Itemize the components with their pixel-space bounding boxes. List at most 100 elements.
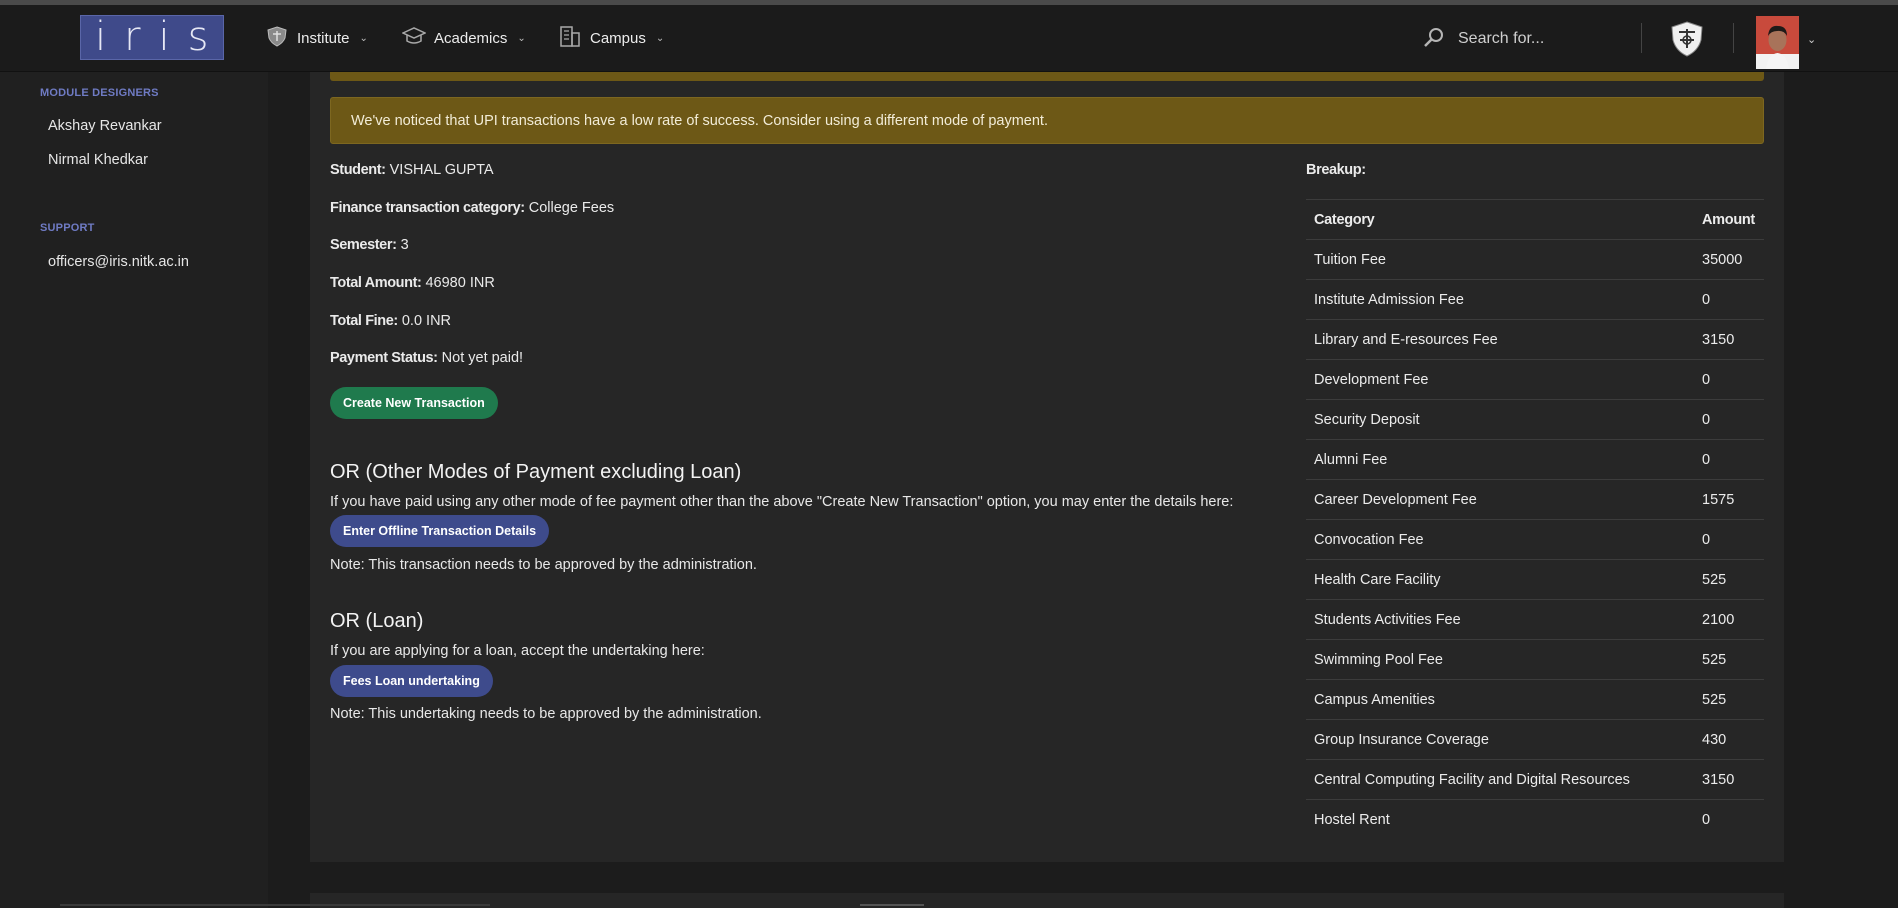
table-row: Tuition Fee 35000: [1306, 239, 1764, 280]
fee-amount: 0: [1694, 399, 1764, 440]
module-designers-heading: MODULE DESIGNERS: [40, 87, 159, 99]
category-column-header: Category: [1306, 199, 1694, 240]
fee-category: Security Deposit: [1306, 399, 1694, 440]
fee-amount: 525: [1694, 639, 1764, 680]
chevron-down-icon: ⌄: [359, 32, 368, 44]
next-panel-edge: [310, 893, 1784, 908]
fees-loan-undertaking-button[interactable]: Fees Loan undertaking: [330, 665, 493, 697]
horizontal-scrollbar-thumb[interactable]: [860, 904, 924, 906]
payment-status-label: Payment Status:: [330, 350, 438, 366]
table-header-row: Category Amount: [1306, 199, 1764, 240]
loan-heading: OR (Loan): [330, 610, 424, 632]
payment-status-value: Not yet paid!: [441, 350, 524, 366]
nav-institute-label: Institute: [297, 29, 350, 47]
category-value: College Fees: [528, 200, 615, 216]
total-fine-field: Total Fine: 0.0 INR: [330, 313, 451, 329]
fee-category: Campus Amenities: [1306, 679, 1694, 720]
search-icon: [1422, 25, 1446, 54]
fee-category: Career Development Fee: [1306, 479, 1694, 520]
horizontal-scrollbar[interactable]: [60, 904, 490, 906]
support-email-link[interactable]: officers@iris.nitk.ac.in: [48, 254, 189, 270]
fee-amount: 0: [1694, 799, 1764, 839]
fee-category: Library and E-resources Fee: [1306, 319, 1694, 360]
table-row: Library and E-resources Fee 3150: [1306, 319, 1764, 360]
fee-category: Health Care Facility: [1306, 559, 1694, 600]
top-navbar: iris Institute ⌄ Academics ⌄ Campus ⌄ Se…: [0, 5, 1898, 72]
chevron-down-icon: ⌄: [655, 32, 665, 44]
sidebar: MODULE DESIGNERS Akshay Revankar Nirmal …: [0, 72, 268, 908]
fee-amount: 2100: [1694, 599, 1764, 640]
navbar-divider: [1733, 23, 1734, 53]
designer-name: Nirmal Khedkar: [48, 152, 148, 168]
fee-category: Swimming Pool Fee: [1306, 639, 1694, 680]
designer-name: Akshay Revankar: [48, 118, 162, 134]
other-modes-description: If you have paid using any other mode of…: [330, 494, 1234, 510]
search-input[interactable]: [1456, 29, 1620, 49]
table-row: Campus Amenities 525: [1306, 679, 1764, 720]
fee-amount: 1575: [1694, 479, 1764, 520]
table-row: Students Activities Fee 2100: [1306, 599, 1764, 640]
chevron-down-icon[interactable]: ⌄: [1807, 33, 1816, 46]
upi-warning-alert: We've noticed that UPI transactions have…: [330, 97, 1764, 144]
alert-banner-previous: [330, 72, 1764, 81]
breakup-label: Breakup:: [1306, 162, 1366, 178]
fee-amount: 3150: [1694, 319, 1764, 360]
payment-status-field: Payment Status: Not yet paid!: [330, 350, 523, 366]
table-row: Development Fee 0: [1306, 359, 1764, 400]
fee-amount: 0: [1694, 519, 1764, 560]
table-row: Hostel Rent 0: [1306, 799, 1764, 839]
fee-category: Convocation Fee: [1306, 519, 1694, 560]
table-row: Central Computing Facility and Digital R…: [1306, 759, 1764, 800]
table-row: Convocation Fee 0: [1306, 519, 1764, 560]
fee-amount: 525: [1694, 679, 1764, 720]
fee-amount: 525: [1694, 559, 1764, 600]
fee-category: Group Insurance Coverage: [1306, 719, 1694, 760]
fee-category: Institute Admission Fee: [1306, 279, 1694, 320]
table-row: Career Development Fee 1575: [1306, 479, 1764, 520]
table-row: Alumni Fee 0: [1306, 439, 1764, 480]
total-fine-value: 0.0 INR: [401, 313, 452, 329]
semester-label: Semester:: [330, 237, 397, 253]
other-modes-heading: OR (Other Modes of Payment excluding Loa…: [330, 461, 742, 483]
nav-academics-label: Academics: [434, 29, 508, 47]
transaction-approval-note: Note: This transaction needs to be appro…: [330, 557, 757, 573]
category-label: Finance transaction category:: [330, 200, 525, 216]
enter-offline-transaction-button[interactable]: Enter Offline Transaction Details: [330, 515, 550, 547]
total-amount-label: Total Amount:: [330, 275, 422, 291]
fee-category: Alumni Fee: [1306, 439, 1694, 480]
institute-crest-icon[interactable]: [1668, 20, 1706, 63]
table-row: Swimming Pool Fee 525: [1306, 639, 1764, 680]
fee-amount: 0: [1694, 439, 1764, 480]
nav-academics[interactable]: Academics ⌄: [401, 27, 526, 49]
student-value: VISHAL GUPTA: [389, 162, 494, 178]
student-label: Student:: [330, 162, 386, 178]
create-new-transaction-button[interactable]: Create New Transaction: [330, 387, 498, 419]
shield-icon: [265, 25, 289, 51]
undertaking-approval-note: Note: This undertaking needs to be appro…: [330, 706, 762, 722]
table-row: Security Deposit 0: [1306, 399, 1764, 440]
chevron-down-icon: ⌄: [517, 32, 526, 44]
fee-amount: 0: [1694, 359, 1764, 400]
fee-amount: 430: [1694, 719, 1764, 760]
navbar-divider: [1641, 23, 1642, 53]
semester-field: Semester: 3: [330, 237, 409, 253]
student-field: Student: VISHAL GUPTA: [330, 162, 494, 178]
table-row: Group Insurance Coverage 430: [1306, 719, 1764, 760]
category-field: Finance transaction category: College Fe…: [330, 200, 614, 216]
nav-campus-label: Campus: [590, 29, 646, 47]
loan-description: If you are applying for a loan, accept t…: [330, 643, 705, 659]
fee-breakup-table: Category Amount Tuition Fee 35000 Institu…: [1306, 199, 1764, 839]
search-bar: [1422, 27, 1620, 51]
iris-logo[interactable]: iris: [80, 15, 224, 60]
fee-amount: 35000: [1694, 239, 1764, 280]
building-icon: [558, 24, 582, 52]
table-row: Health Care Facility 525: [1306, 559, 1764, 600]
support-heading: SUPPORT: [40, 222, 95, 234]
nav-institute[interactable]: Institute ⌄: [265, 25, 368, 51]
fee-category: Hostel Rent: [1306, 799, 1694, 839]
total-fine-label: Total Fine:: [330, 313, 398, 329]
nav-campus[interactable]: Campus ⌄: [558, 24, 665, 52]
fee-category: Tuition Fee: [1306, 239, 1694, 280]
avatar[interactable]: [1756, 16, 1799, 69]
total-amount-field: Total Amount: 46980 INR: [330, 275, 495, 291]
